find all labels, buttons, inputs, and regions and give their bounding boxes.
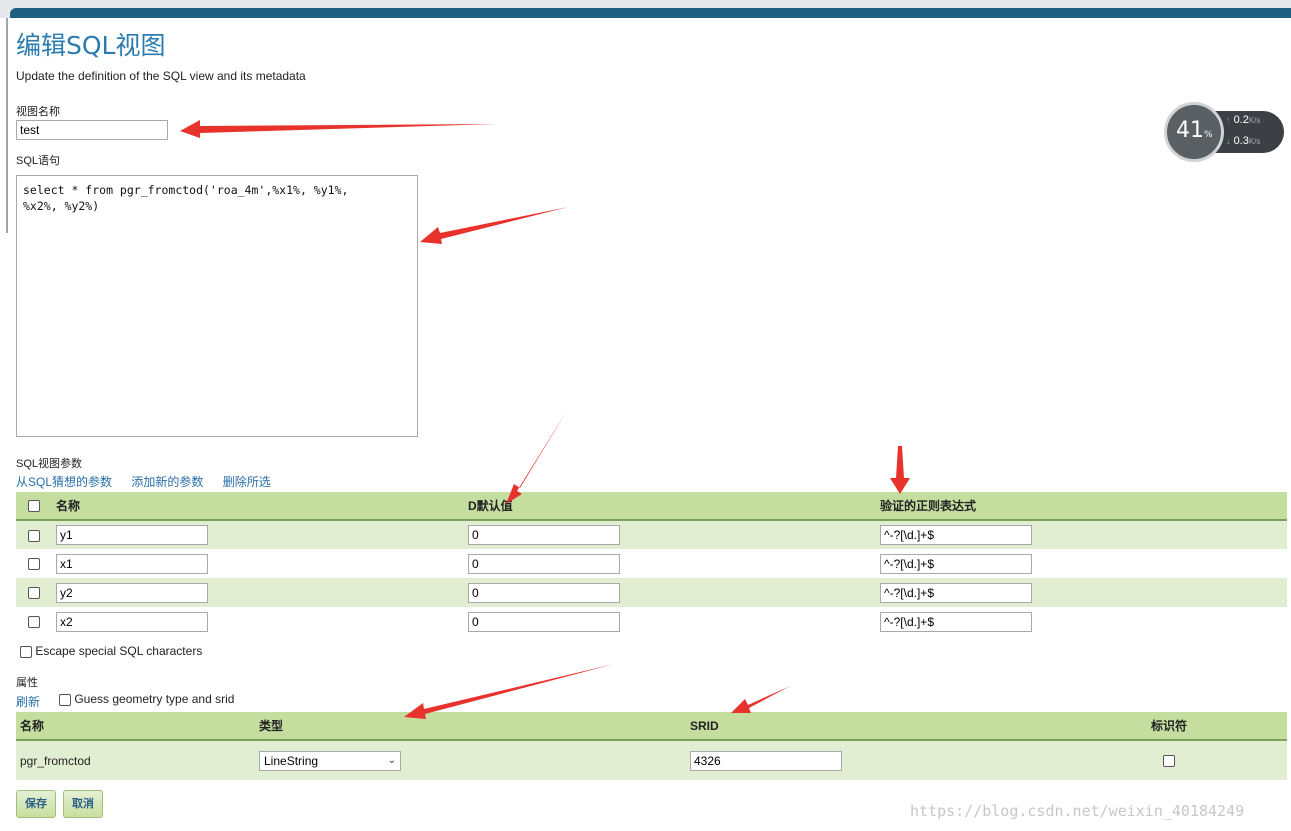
param-default-input[interactable]: [468, 553, 620, 574]
param-name-cell: [52, 578, 464, 607]
geometry-type-select[interactable]: LineString ⌄: [259, 750, 401, 771]
col-regex-header: 验证的正则表达式: [876, 492, 1287, 521]
col-default-header: D默认值: [464, 492, 876, 521]
add-param-link[interactable]: 添加新的参数: [131, 475, 203, 489]
table-row: [16, 607, 1287, 636]
usage-percent: 41%: [1176, 118, 1213, 143]
cancel-button[interactable]: 取消: [63, 790, 103, 818]
param-regex-cell: [876, 520, 1287, 549]
attributes-label: 属性: [16, 677, 38, 689]
param-default-cell: [464, 607, 876, 636]
param-name-cell: [52, 607, 464, 636]
attr-identifier-cell: [1147, 740, 1287, 780]
table-row: pgr_fromctod LineString ⌄: [16, 740, 1287, 780]
param-regex-input[interactable]: [880, 582, 1032, 603]
table-row: [16, 520, 1287, 549]
params-label: SQL视图参数: [16, 458, 83, 470]
top-bar-strip: [10, 8, 1291, 18]
sql-label: SQL语句: [16, 155, 61, 167]
row-checkbox[interactable]: [28, 529, 40, 542]
row-checkbox[interactable]: [28, 587, 40, 600]
attr-srid-cell: [686, 740, 1147, 780]
escape-sql-label: Escape special SQL characters: [35, 644, 203, 658]
watermark: https://blog.csdn.net/weixin_40184249: [910, 802, 1245, 820]
select-all-checkbox[interactable]: [28, 500, 40, 513]
col-name-header: 名称: [52, 492, 464, 521]
attr-col-srid-header: SRID: [686, 712, 1147, 741]
remove-selected-link[interactable]: 删除所选: [223, 475, 271, 489]
arrow-annotation-icon: [180, 120, 496, 138]
param-default-cell: [464, 578, 876, 607]
param-regex-cell: [876, 607, 1287, 636]
attr-type-cell: LineString ⌄: [255, 740, 686, 780]
arrow-annotation-icon: [731, 686, 790, 713]
guess-geometry-option[interactable]: Guess geometry type and srid: [59, 692, 234, 706]
view-name-label: 视图名称: [16, 106, 60, 118]
arrow-annotation-icon: [506, 409, 568, 504]
param-name-input[interactable]: [56, 525, 208, 545]
row-select-cell: [16, 549, 52, 578]
arrow-annotation-icon: [404, 664, 614, 719]
sql-textarea[interactable]: select * from pgr_fromctod('roa_4m',%x1%…: [16, 175, 418, 437]
geometry-type-value: LineString: [264, 753, 319, 768]
param-regex-cell: [876, 549, 1287, 578]
arrow-down-icon: ↓: [1226, 136, 1231, 146]
guess-geometry-checkbox[interactable]: [59, 693, 71, 706]
attr-name-cell: pgr_fromctod: [16, 740, 255, 780]
save-button[interactable]: 保存: [16, 790, 56, 818]
param-default-input[interactable]: [468, 582, 620, 603]
upload-speed: ↑ 0.2K/s: [1226, 114, 1261, 126]
refresh-link[interactable]: 刷新: [16, 693, 40, 710]
attr-col-name-header: 名称: [16, 712, 255, 741]
escape-sql-option[interactable]: Escape special SQL characters: [20, 644, 202, 658]
guess-params-link[interactable]: 从SQL猜想的参数: [16, 475, 112, 489]
arrow-annotation-icon: [890, 446, 910, 494]
table-row: [16, 549, 1287, 578]
param-name-input[interactable]: [56, 611, 208, 632]
identifier-checkbox[interactable]: [1163, 755, 1175, 768]
escape-sql-checkbox[interactable]: [20, 645, 32, 658]
table-row: [16, 578, 1287, 607]
param-regex-input[interactable]: [880, 611, 1032, 632]
row-checkbox[interactable]: [28, 616, 40, 629]
row-checkbox[interactable]: [28, 558, 40, 571]
param-name-cell: [52, 520, 464, 549]
attr-col-type-header: 类型: [255, 712, 686, 741]
param-default-input[interactable]: [468, 611, 620, 632]
param-default-cell: [464, 520, 876, 549]
page-description: Update the definition of the SQL view an…: [16, 69, 306, 83]
page-title: 编辑SQL视图: [16, 31, 166, 60]
row-select-cell: [16, 607, 52, 636]
attributes-table: 名称 类型 SRID 标识符 pgr_fromctod LineString ⌄: [16, 712, 1287, 780]
params-links: 从SQL猜想的参数 添加新的参数 删除所选: [16, 473, 287, 490]
row-select-cell: [16, 520, 52, 549]
arrow-annotation-icon: [420, 207, 568, 244]
param-name-input[interactable]: [56, 553, 208, 574]
srid-input[interactable]: [690, 750, 842, 771]
param-default-input[interactable]: [468, 525, 620, 545]
chevron-down-icon: ⌄: [387, 755, 396, 766]
guess-geometry-label: Guess geometry type and srid: [74, 692, 235, 706]
attr-col-identifier-header: 标识符: [1147, 712, 1287, 741]
param-name-cell: [52, 549, 464, 578]
param-regex-input[interactable]: [880, 525, 1032, 545]
row-select-cell: [16, 578, 52, 607]
param-regex-cell: [876, 578, 1287, 607]
view-name-input[interactable]: [16, 120, 168, 140]
param-name-input[interactable]: [56, 582, 208, 603]
attributes-header-row: 名称 类型 SRID 标识符: [16, 712, 1287, 741]
param-default-cell: [464, 549, 876, 578]
param-regex-input[interactable]: [880, 553, 1032, 574]
arrow-up-icon: ↑: [1226, 115, 1231, 125]
left-edge-line: [6, 18, 8, 233]
params-header-row: 名称 D默认值 验证的正则表达式: [16, 492, 1287, 521]
top-bar: [0, 0, 1291, 18]
download-speed: ↓ 0.3K/s: [1226, 135, 1261, 147]
params-table: 名称 D默认值 验证的正则表达式: [16, 492, 1287, 636]
network-monitor-widget: 41% ↑ 0.2K/s ↓ 0.3K/s: [1164, 102, 1284, 162]
select-all-cell: [16, 492, 52, 521]
